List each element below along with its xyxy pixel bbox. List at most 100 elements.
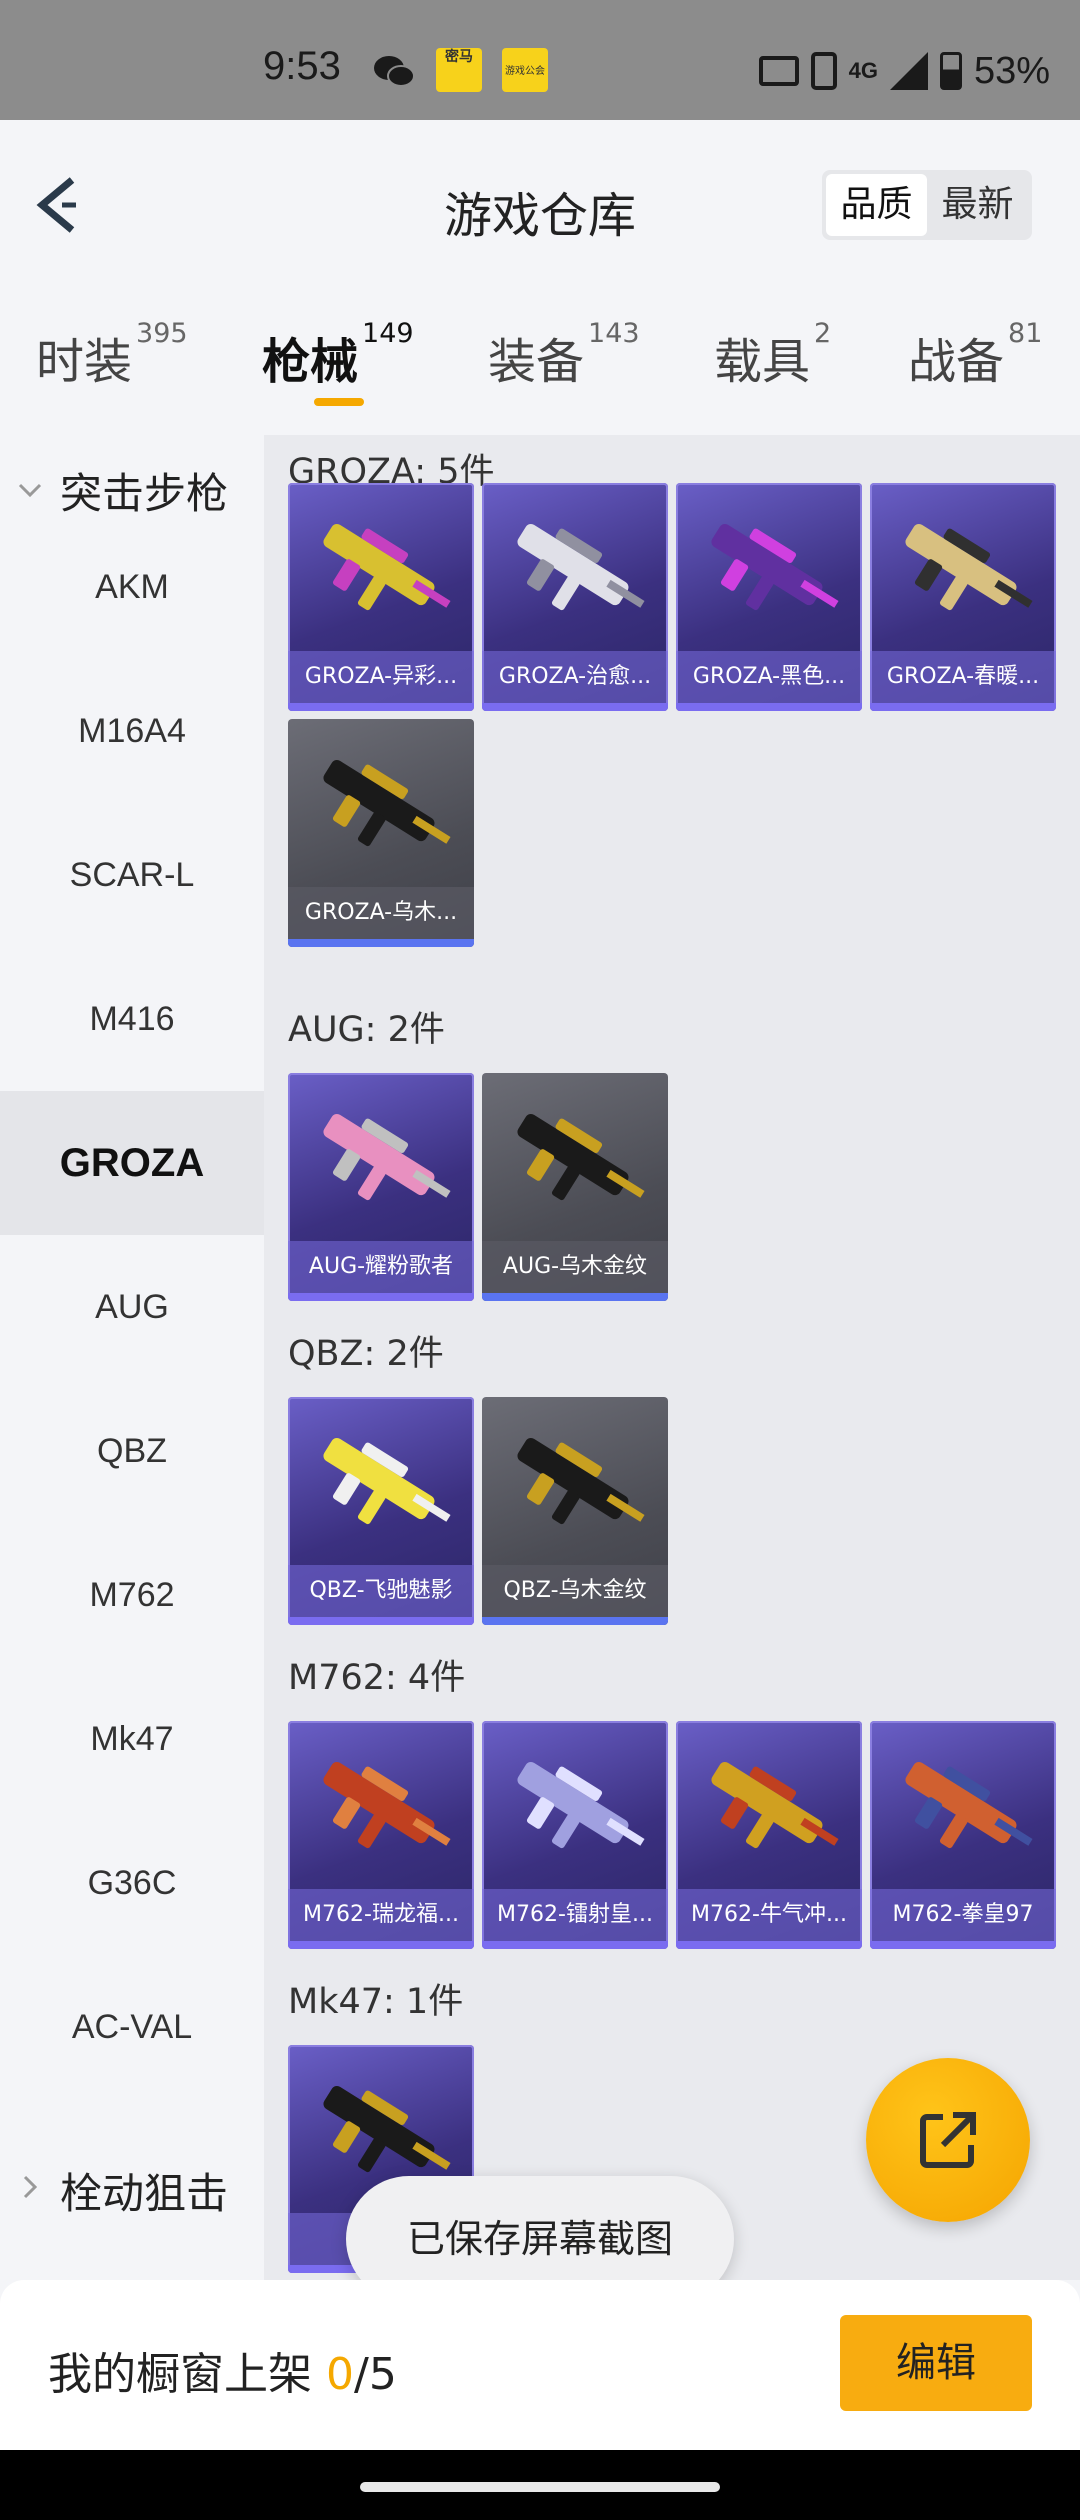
section-title-mk47: Mk47: 1件 — [288, 1982, 464, 2022]
tab-guns[interactable]: 枪械149 — [262, 318, 414, 392]
rarity-bar — [482, 1293, 668, 1301]
rarity-bar — [482, 1941, 668, 1949]
weapon-skin-image — [323, 1762, 451, 1849]
weapon-card[interactable]: GROZA-春暖... — [870, 483, 1056, 711]
weapon-card[interactable]: AUG-耀粉歌者 — [288, 1073, 474, 1301]
weapon-skin-image — [711, 524, 839, 611]
weapon-skin-image — [323, 524, 451, 611]
battery-percent: 53% — [973, 49, 1050, 92]
tab-supplies[interactable]: 战备81 — [908, 318, 1042, 392]
rarity-bar — [482, 1617, 668, 1625]
chevron-right-icon — [0, 2174, 60, 2207]
weapon-card-label: GROZA-乌木... — [288, 887, 474, 939]
share-button[interactable] — [866, 2058, 1030, 2222]
weapon-sidebar: 突击步枪 AKM M16A4 SCAR-L M416 GROZA AUG QBZ… — [0, 435, 264, 2280]
sidebar-item-g36c[interactable]: G36C — [0, 1811, 264, 1955]
weapon-card-label: GROZA-黑色... — [676, 651, 862, 703]
sim-icon — [810, 52, 837, 90]
weapon-card[interactable]: M762-牛气冲... — [676, 1721, 862, 1949]
battery-icon — [939, 52, 962, 90]
rarity-bar — [676, 1941, 862, 1949]
weapon-skin-image — [323, 760, 451, 847]
weapon-card-label: AUG-乌木金纹 — [482, 1241, 668, 1293]
weapon-skin-image — [905, 1762, 1033, 1849]
sort-newest-button[interactable]: 最新 — [927, 174, 1028, 236]
sidebar-group-bolt-snipers[interactable]: 栓动狙击 — [0, 2135, 264, 2245]
header: 游戏仓库 品质 最新 — [0, 120, 1080, 290]
weapon-skin-image — [517, 1114, 645, 1201]
share-icon — [920, 2112, 976, 2168]
shop-total-count: /5 — [354, 2349, 397, 2400]
status-indicators: 4G 53% — [758, 46, 1050, 96]
weapon-card-label: M762-瑞龙福... — [288, 1889, 474, 1941]
weapon-skin-image — [323, 1438, 451, 1525]
signal-icon — [889, 52, 928, 90]
sort-quality-button[interactable]: 品质 — [826, 174, 927, 236]
weapon-card[interactable]: M762-镭射皇... — [482, 1721, 668, 1949]
weapon-skin-image — [517, 1438, 645, 1525]
weapon-card-label: AUG-耀粉歌者 — [288, 1241, 474, 1293]
wechat-icon — [374, 56, 415, 87]
sort-toggle[interactable]: 品质 最新 — [822, 170, 1032, 240]
section-title-aug: AUG: 2件 — [288, 1010, 445, 1050]
rarity-bar — [288, 939, 474, 947]
sidebar-item-groza[interactable]: GROZA — [0, 1091, 264, 1235]
tab-vehicles[interactable]: 载具2 — [714, 318, 831, 392]
sidebar-item-m762[interactable]: M762 — [0, 1523, 264, 1667]
active-tab-indicator — [314, 398, 364, 406]
rarity-bar — [288, 1617, 474, 1625]
status-time: 9:53 — [263, 44, 341, 88]
rarity-bar — [288, 1293, 474, 1301]
weapon-card-label: M762-牛气冲... — [676, 1889, 862, 1941]
sidebar-item-scar-l[interactable]: SCAR-L — [0, 803, 264, 947]
weapon-card[interactable]: GROZA-治愈... — [482, 483, 668, 711]
weapon-card-label: M762-镭射皇... — [482, 1889, 668, 1941]
tab-fashion[interactable]: 时装395 — [36, 318, 188, 392]
section-title-qbz: QBZ: 2件 — [288, 1334, 444, 1374]
sidebar-group-label: 栓动狙击 — [60, 2168, 229, 2218]
weapon-card[interactable]: GROZA-黑色... — [676, 483, 862, 711]
weapon-card[interactable]: M762-瑞龙福... — [288, 1721, 474, 1949]
weapon-card[interactable]: M762-拳皇97 — [870, 1721, 1056, 1949]
vibrate-icon — [758, 56, 799, 86]
sidebar-item-ac-val[interactable]: AC-VAL — [0, 1955, 264, 2099]
sidebar-item-aug[interactable]: AUG — [0, 1235, 264, 1379]
rarity-bar — [676, 703, 862, 711]
weapon-card[interactable]: QBZ-飞驰魅影 — [288, 1397, 474, 1625]
weapon-card-label: QBZ-飞驰魅影 — [288, 1565, 474, 1617]
weapon-card-label: GROZA-异彩... — [288, 651, 474, 703]
sidebar-item-qbz[interactable]: QBZ — [0, 1379, 264, 1523]
sidebar-item-m416[interactable]: M416 — [0, 947, 264, 1091]
weapon-skin-image — [711, 1762, 839, 1849]
edit-button[interactable]: 编辑 — [840, 2315, 1032, 2411]
weapon-card[interactable]: GROZA-乌木... — [288, 719, 474, 947]
sidebar-item-mk47[interactable]: Mk47 — [0, 1667, 264, 1811]
weapon-skin-image — [517, 1762, 645, 1849]
weapon-card[interactable]: QBZ-乌木金纹 — [482, 1397, 668, 1625]
rarity-bar — [482, 703, 668, 711]
rarity-bar — [288, 703, 474, 711]
status-bar: 9:53 密马 游戏公会 4G 53% — [0, 0, 1080, 120]
weapon-card-label: GROZA-治愈... — [482, 651, 668, 703]
weapon-skin-image — [517, 524, 645, 611]
bottom-bar: 我的橱窗上架 0/5 编辑 — [0, 2280, 1080, 2450]
network-type: 4G — [848, 58, 878, 83]
weapon-grid: GROZA: 5件 AUG: 2件 QBZ: 2件 M762: 4件 Mk47:… — [264, 435, 1080, 2280]
rarity-bar — [870, 1941, 1056, 1949]
weapon-skin-image — [323, 1114, 451, 1201]
rarity-bar — [870, 703, 1056, 711]
tab-equipment[interactable]: 装备143 — [488, 318, 640, 392]
section-title-m762: M762: 4件 — [288, 1658, 466, 1698]
app-notification-icon: 密马 — [436, 48, 482, 92]
weapon-card[interactable]: AUG-乌木金纹 — [482, 1073, 668, 1301]
sidebar-group-label: 突击步枪 — [60, 468, 229, 518]
shop-current-count: 0 — [326, 2349, 354, 2400]
weapon-card[interactable]: GROZA-异彩... — [288, 483, 474, 711]
sidebar-item-akm[interactable]: AKM — [0, 515, 264, 659]
category-tabs: 时装395 枪械149 装备143 载具2 战备81 — [0, 300, 1080, 430]
sidebar-item-m16a4[interactable]: M16A4 — [0, 659, 264, 803]
weapon-card-label: M762-拳皇97 — [870, 1889, 1056, 1941]
weapon-card-label: QBZ-乌木金纹 — [482, 1565, 668, 1617]
chevron-down-icon — [0, 475, 60, 505]
home-gesture-handle[interactable] — [360, 2482, 720, 2492]
